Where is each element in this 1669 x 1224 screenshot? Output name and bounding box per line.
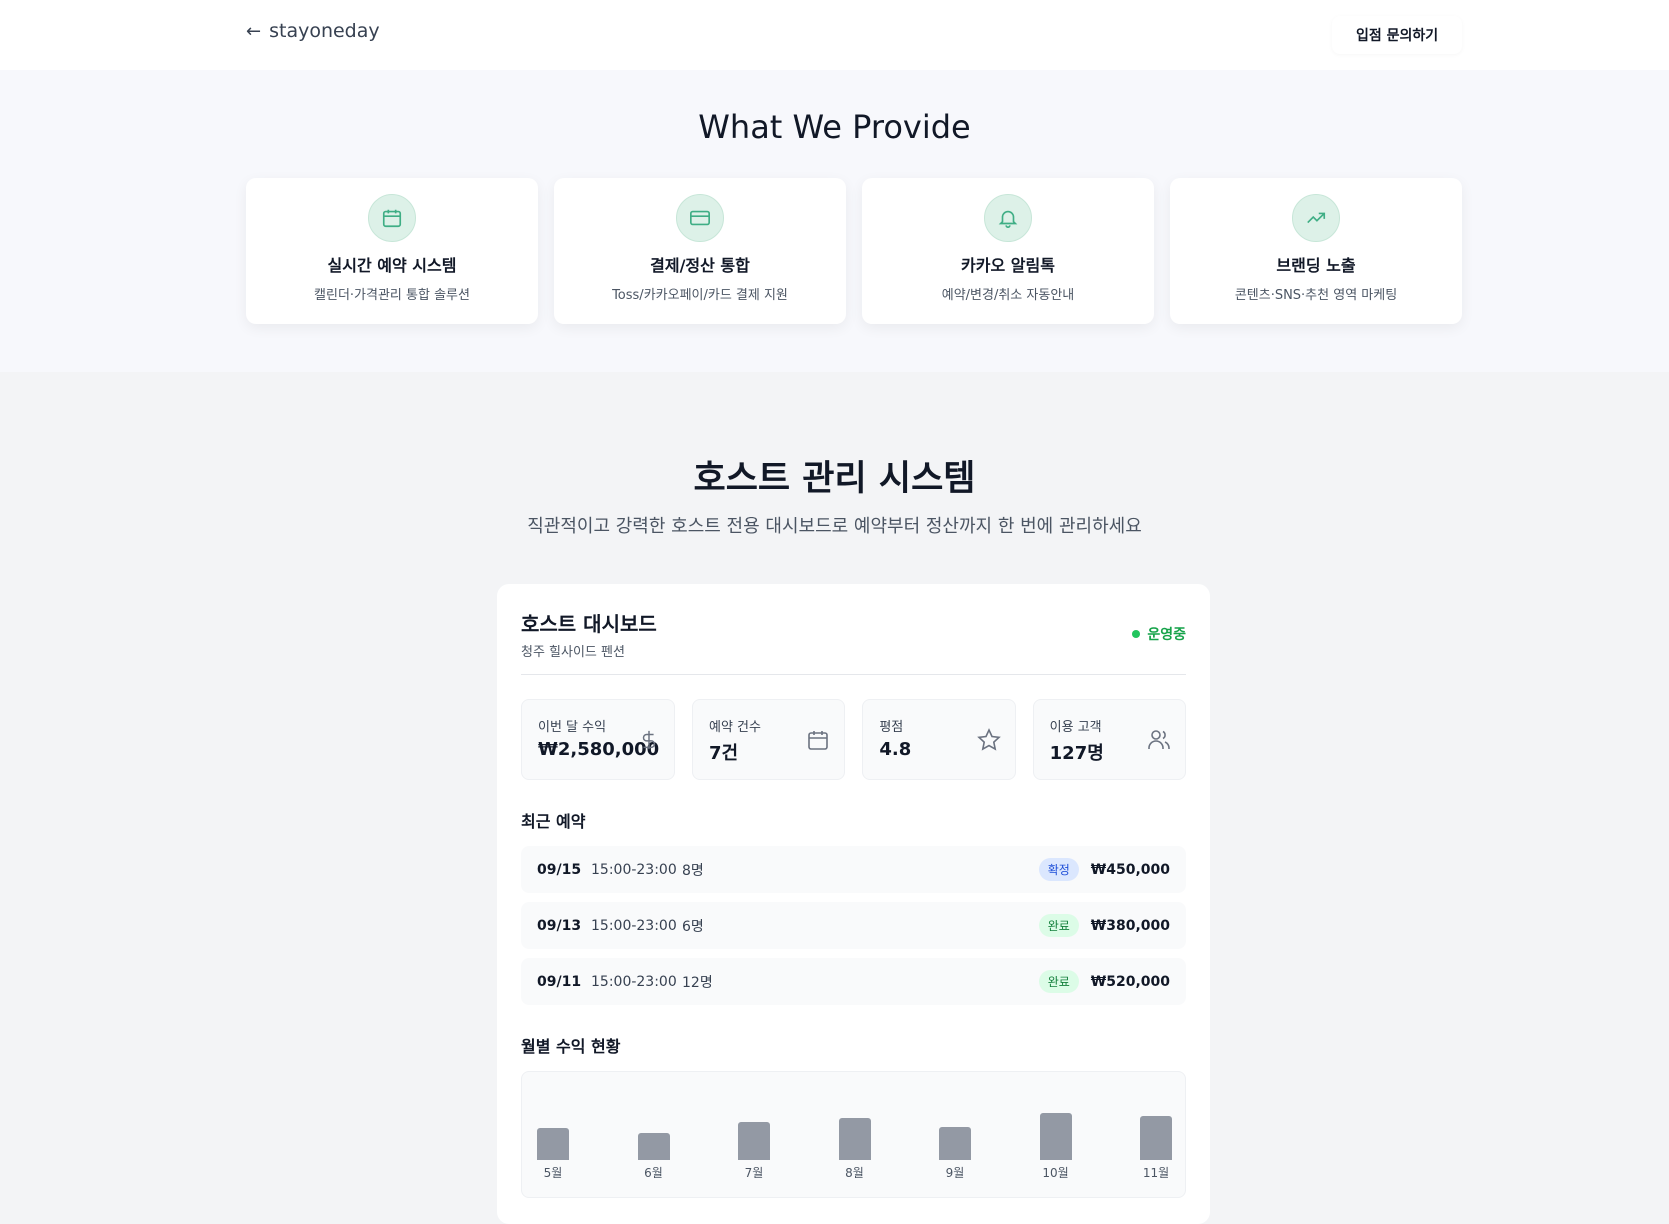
booking-amount: ₩380,000 [1090,917,1170,934]
stat-rating: 평점 4.8 [862,699,1016,780]
bar-label: 9월 [945,1166,965,1180]
bar-7월 [738,1121,770,1160]
provide-title: What We Provide [698,108,971,146]
calendar-icon [368,194,416,242]
booking-row[interactable]: 09/13 15:00-23:00 6명 완료 ₩380,000 [521,902,1186,949]
status-dot-icon [1132,630,1141,638]
feature-card: 카카오 알림톡 예약/변경/취소 자동안내 [862,178,1154,324]
credit-card-icon [676,194,724,242]
monthly-revenue-title: 월별 수익 현황 [521,1037,621,1056]
bar-6월 [637,1133,670,1160]
host-title: 호스트 관리 시스템 [693,459,976,499]
booking-guests: 6명 [682,918,704,935]
booking-status-badge: 확정 [1038,858,1079,881]
feature-desc: Toss/카카오페이/카드 결제 지원 [612,288,788,303]
booking-row[interactable]: 09/11 15:00-23:00 12명 완료 ₩520,000 [521,958,1186,1005]
host-dashboard-card: 호스트 대시보드 청주 힐사이드 펜션 운영중 이번 달 수익 ₩2,580,0… [497,584,1210,1224]
bar-label: 10월 [1042,1166,1069,1180]
bar-9월 [939,1127,971,1160]
booking-time: 15:00-23:00 [591,973,677,990]
booking-status-badge: 완료 [1038,970,1079,993]
booking-time: 15:00-23:00 [591,917,677,934]
feature-card: 실시간 예약 시스템 캘린더·가격관리 통합 솔루션 [246,178,538,324]
booking-amount: ₩520,000 [1090,973,1170,990]
logo-link[interactable]: ← stayoneday [246,20,380,42]
trending-up-icon [1292,194,1340,242]
booking-date: 09/13 [537,917,582,934]
top-header: ← stayoneday 입점 문의하기 [0,0,1669,70]
feature-title: 브랜딩 노출 [1276,256,1356,275]
booking-row[interactable]: 09/15 15:00-23:00 8명 확정 ₩450,000 [521,846,1186,893]
users-icon [1147,728,1171,756]
status-badge: 운영중 [1132,624,1186,644]
booking-amount: ₩450,000 [1090,861,1170,878]
stat-revenue: 이번 달 수익 ₩2,580,000 [521,699,675,780]
feature-desc: 캘린더·가격관리 통합 솔루션 [314,288,470,303]
feature-desc: 콘텐츠·SNS·추천 영역 마케팅 [1234,288,1398,303]
feature-desc: 예약/변경/취소 자동안내 [941,288,1075,303]
bar-5월 [537,1128,569,1160]
feature-title: 실시간 예약 시스템 [327,256,457,275]
booking-date: 09/15 [537,861,582,878]
calendar-icon [806,728,830,756]
bell-icon [984,194,1032,242]
provide-section: What We Provide 실시간 예약 시스템 캘린더·가격관리 통합 솔… [0,70,1669,372]
dollar-icon [638,728,660,756]
bar-11월 [1140,1115,1172,1160]
booking-guests: 12명 [682,974,713,991]
monthly-revenue-chart: 5월 6월 7월 8월 9월 10월 11월 [521,1071,1186,1198]
bar-10월 [1039,1113,1072,1160]
host-subtitle: 직관적이고 강력한 호스트 전용 대시보드로 예약부터 정산까지 한 번에 관리… [527,516,1142,537]
arrow-left-icon[interactable]: ← [246,21,261,42]
status-text: 운영중 [1147,627,1186,643]
stat-bookings: 예약 건수 7건 [692,699,846,780]
feature-card: 결제/정산 통합 Toss/카카오페이/카드 결제 지원 [554,178,846,324]
property-name: 청주 힐사이드 펜션 [521,645,625,660]
bar-label: 11월 [1142,1166,1170,1180]
partner-inquiry-button[interactable]: 입점 문의하기 [1332,16,1463,54]
feature-title: 카카오 알림톡 [961,256,1055,275]
logo-text: stayoneday [269,20,380,42]
star-icon [976,728,1001,756]
bar-label: 7월 [744,1166,764,1180]
bar-label: 5월 [543,1166,563,1180]
bar-label: 8월 [845,1166,864,1180]
bar-label: 6월 [644,1166,663,1180]
booking-date: 09/11 [537,973,582,990]
booking-guests: 8명 [682,862,704,879]
host-section: 호스트 관리 시스템 직관적이고 강력한 호스트 전용 대시보드로 예약부터 정… [0,372,1669,1224]
bar-8월 [838,1118,871,1160]
feature-card: 브랜딩 노출 콘텐츠·SNS·추천 영역 마케팅 [1170,178,1462,324]
dashboard-title: 호스트 대시보드 [521,612,657,636]
booking-time: 15:00-23:00 [591,861,677,878]
booking-status-badge: 완료 [1038,914,1079,937]
feature-title: 결제/정산 통합 [650,256,750,275]
stat-customers: 이용 고객 127명 [1032,699,1186,780]
recent-bookings-title: 최근 예약 [521,812,586,831]
